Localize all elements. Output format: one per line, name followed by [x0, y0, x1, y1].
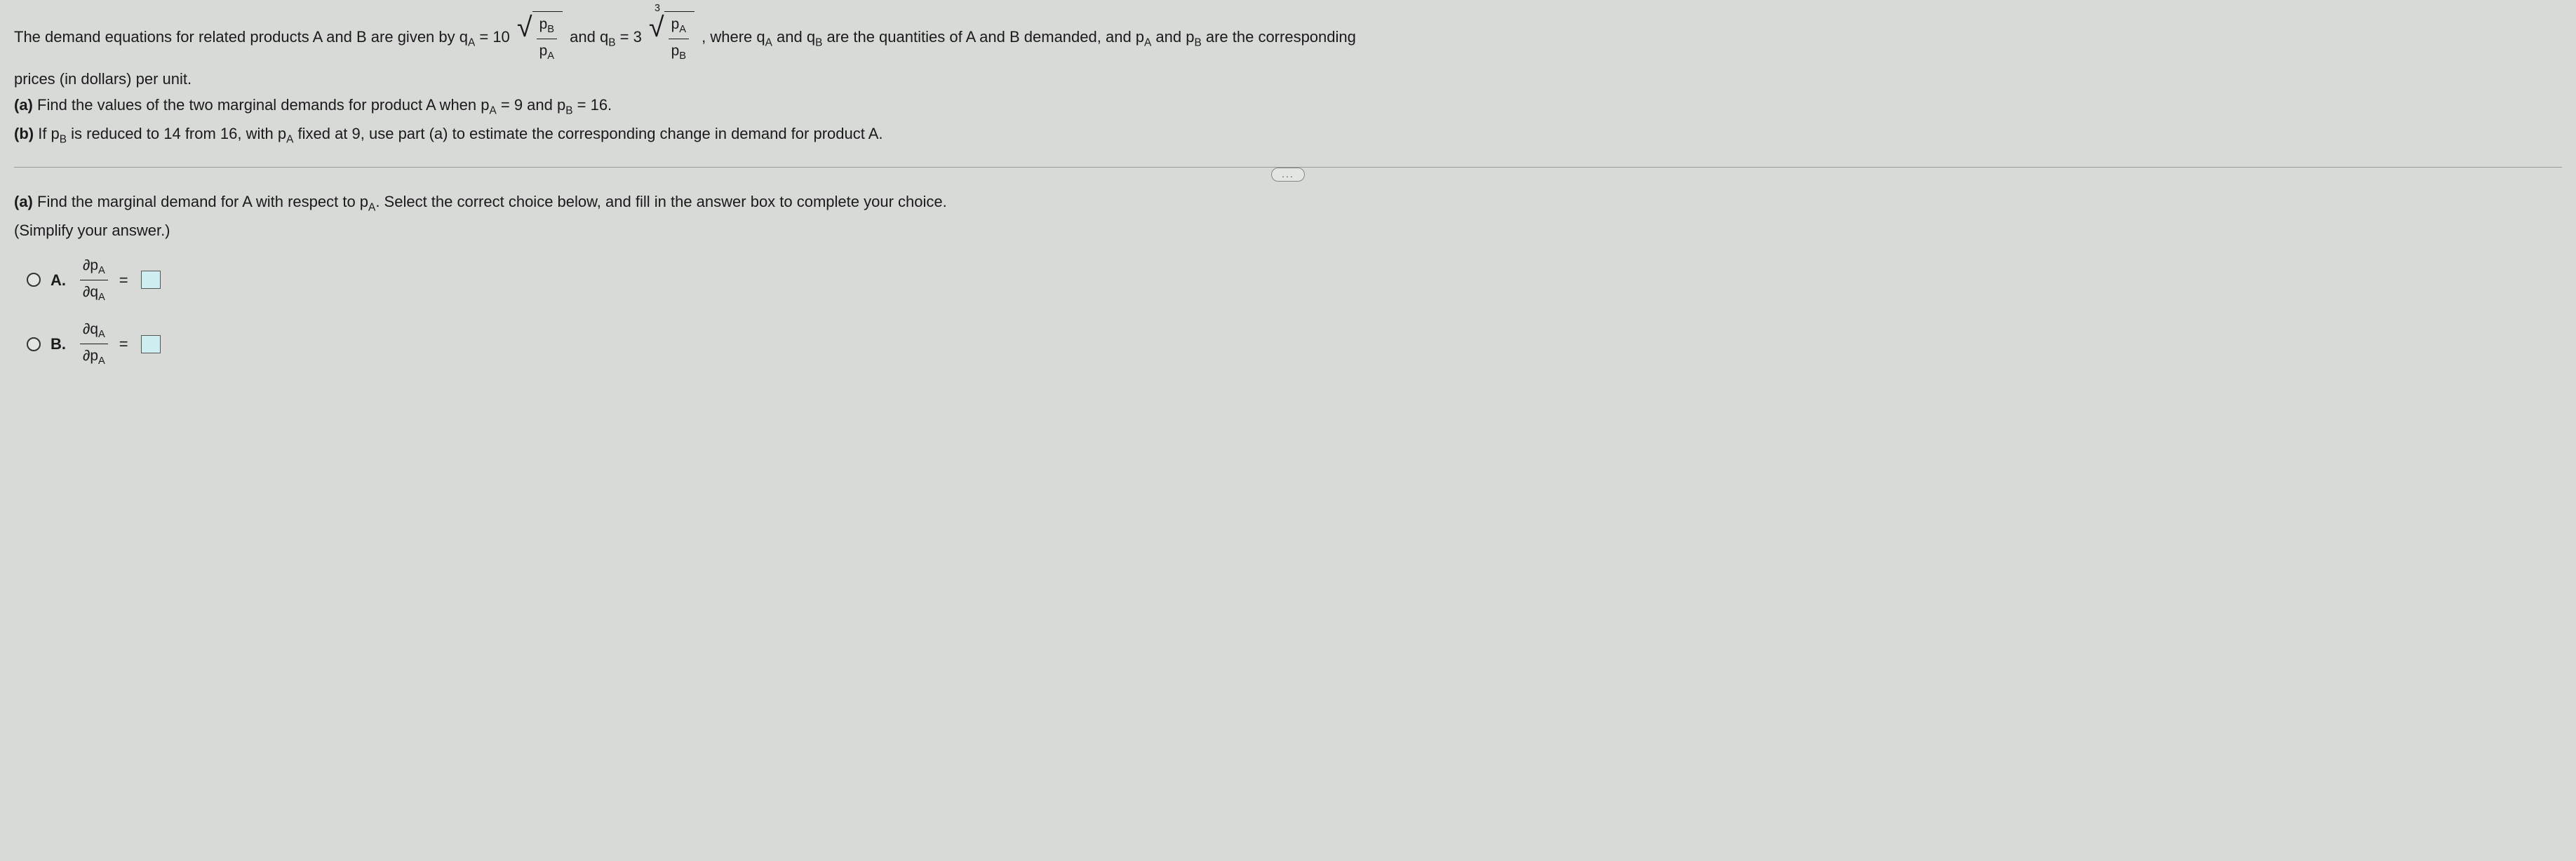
subscript-a: A: [468, 36, 475, 48]
choice-b-label: B.: [51, 332, 69, 355]
equals-a: =: [119, 269, 128, 292]
radio-b[interactable]: [27, 337, 41, 351]
fraction-choice-b: ∂qA ∂pA: [80, 318, 108, 370]
expand-button[interactable]: ...: [1271, 168, 1305, 182]
equals-b: =: [119, 332, 128, 355]
answer-choices: A. ∂pA ∂qA = B. ∂qA ∂pA =: [14, 255, 2562, 370]
and-qb: and q: [570, 28, 608, 46]
choice-b-row: B. ∂qA ∂pA =: [27, 318, 2562, 370]
fraction-pa-pb: pA pB: [669, 13, 689, 65]
intro-text: The demand equations for related product…: [14, 28, 468, 46]
choice-a-row: A. ∂pA ∂qA =: [27, 255, 2562, 306]
fraction-choice-a: ∂pA ∂qA: [80, 255, 108, 306]
part-a-label: (a): [14, 96, 33, 114]
answer-input-b[interactable]: [141, 335, 161, 353]
part-b-label: (b): [14, 125, 34, 142]
radio-a[interactable]: [27, 273, 41, 287]
choice-a-label: A.: [51, 269, 69, 292]
question-a: (a) Find the marginal demand for A with …: [14, 190, 2562, 216]
where-text: , where q: [702, 28, 765, 46]
simplify-note: (Simplify your answer.): [14, 219, 2562, 242]
problem-statement: The demand equations for related product…: [14, 11, 2562, 147]
answer-input-a[interactable]: [141, 271, 161, 289]
equals-3: = 3: [616, 28, 642, 46]
sqrt-2: 3 √ pA pB: [649, 11, 695, 65]
sqrt-1: √ pB pA: [517, 11, 563, 65]
prices-line: prices (in dollars) per unit.: [14, 67, 2562, 90]
equals-10: = 10: [475, 28, 510, 46]
fraction-pb-pa: pB pA: [537, 13, 557, 65]
